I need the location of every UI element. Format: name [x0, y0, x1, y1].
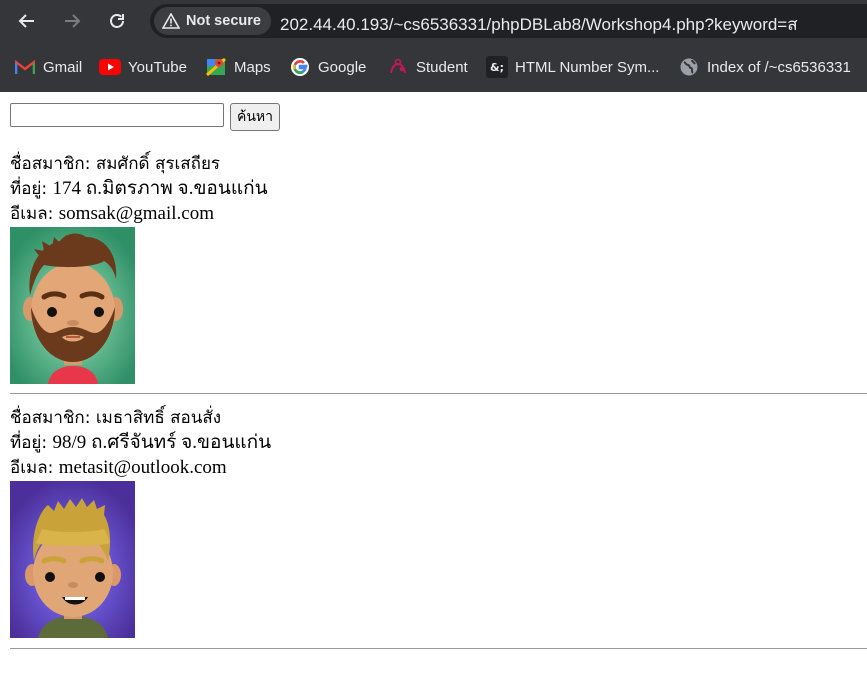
- member-email: metasit@outlook.com: [58, 457, 227, 478]
- member-address-line: ที่อยู่: 174 ถ.มิตรภาพ จ.ขอนแก่น: [10, 176, 867, 201]
- bookmark-label: Index of /~cs6536331: [707, 58, 851, 76]
- globe-icon: [678, 56, 700, 78]
- member-address-line: ที่อยู่: 98/9 ถ.ศรีจันทร์ จ.ขอนแก่น: [10, 430, 867, 455]
- blond-man-avatar: [10, 481, 135, 638]
- student-icon: [387, 56, 409, 78]
- address-bar[interactable]: Not secure 202.44.40.193/~cs6536331/phpD…: [150, 4, 867, 38]
- forward-button[interactable]: [57, 6, 87, 36]
- security-label: Not secure: [186, 13, 261, 29]
- reload-button[interactable]: [102, 6, 132, 36]
- arrow-right-icon: [65, 14, 81, 28]
- name-label: ชื่อสมาชิก:: [10, 154, 96, 174]
- gmail-icon: [14, 56, 36, 78]
- member-name: สมศักดิ์ สุรเสถียร: [95, 154, 221, 174]
- bearded-man-avatar: [10, 227, 135, 384]
- address-label: ที่อยู่:: [10, 433, 53, 453]
- warning-icon: [162, 13, 180, 29]
- arrow-left-icon: [18, 14, 34, 28]
- member-name-line: ชื่อสมาชิก: เมธาสิทธิ์ สอนสั่ง: [10, 405, 867, 430]
- bookmark-label: Maps: [234, 58, 271, 76]
- member-card: ชื่อสมาชิก: เมธาสิทธิ์ สอนสั่ง ที่อยู่: …: [10, 405, 867, 638]
- bookmark-google[interactable]: Google: [289, 55, 366, 79]
- bookmark-maps[interactable]: Maps: [205, 55, 271, 79]
- search-input[interactable]: [10, 103, 224, 127]
- member-address: 174 ถ.มิตรภาพ จ.ขอนแก่น: [52, 178, 268, 199]
- bookmark-gmail[interactable]: Gmail: [14, 55, 82, 79]
- browser-toolbar: Not secure 202.44.40.193/~cs6536331/phpD…: [0, 0, 867, 42]
- search-button[interactable]: ค้นหา: [230, 103, 281, 131]
- ampersand-icon: &;: [486, 56, 508, 78]
- member-email-line: อีเมล: somsak@gmail.com: [10, 201, 867, 226]
- member-name-line: ชื่อสมาชิก: สมศักดิ์ สุรเสถียร: [10, 151, 867, 176]
- bookmark-label: Gmail: [43, 58, 83, 76]
- address-label: ที่อยู่:: [10, 179, 53, 199]
- search-form: ค้นหา: [10, 103, 281, 131]
- email-label: อีเมล:: [10, 458, 59, 478]
- bookmark-student[interactable]: Student: [387, 55, 468, 79]
- name-label: ชื่อสมาชิก:: [10, 408, 96, 428]
- bookmark-youtube[interactable]: YouTube: [99, 55, 187, 79]
- bookmarks-bar: Gmail YouTube Maps Google Student &; HTM…: [0, 42, 867, 92]
- bookmark-label: HTML Number Sym...: [515, 58, 660, 76]
- youtube-icon: [99, 56, 121, 78]
- security-indicator[interactable]: Not secure: [154, 7, 271, 35]
- email-label: อีเมล:: [10, 204, 59, 224]
- member-address: 98/9 ถ.ศรีจันทร์ จ.ขอนแก่น: [52, 432, 272, 453]
- bookmark-index[interactable]: Index of /~cs6536331: [678, 55, 851, 79]
- separator-line: [10, 648, 867, 649]
- member-email-line: อีเมล: metasit@outlook.com: [10, 455, 867, 480]
- google-icon: [289, 56, 311, 78]
- bookmark-label: Student: [416, 58, 468, 76]
- member-email: somsak@gmail.com: [58, 203, 215, 224]
- reload-icon: [110, 14, 124, 28]
- back-button[interactable]: [12, 6, 42, 36]
- bookmark-label: Google: [318, 58, 367, 76]
- member-card: ชื่อสมาชิก: สมศักดิ์ สุรเสถียร ที่อยู่: …: [10, 151, 867, 384]
- member-name: เมธาสิทธิ์ สอนสั่ง: [95, 408, 222, 428]
- bookmark-label: YouTube: [128, 58, 187, 76]
- separator-line: [10, 393, 867, 394]
- url-text[interactable]: 202.44.40.193/~cs6536331/phpDBLab8/Works…: [280, 11, 798, 38]
- maps-icon: [205, 56, 227, 78]
- bookmark-html-number[interactable]: &; HTML Number Sym...: [486, 55, 659, 79]
